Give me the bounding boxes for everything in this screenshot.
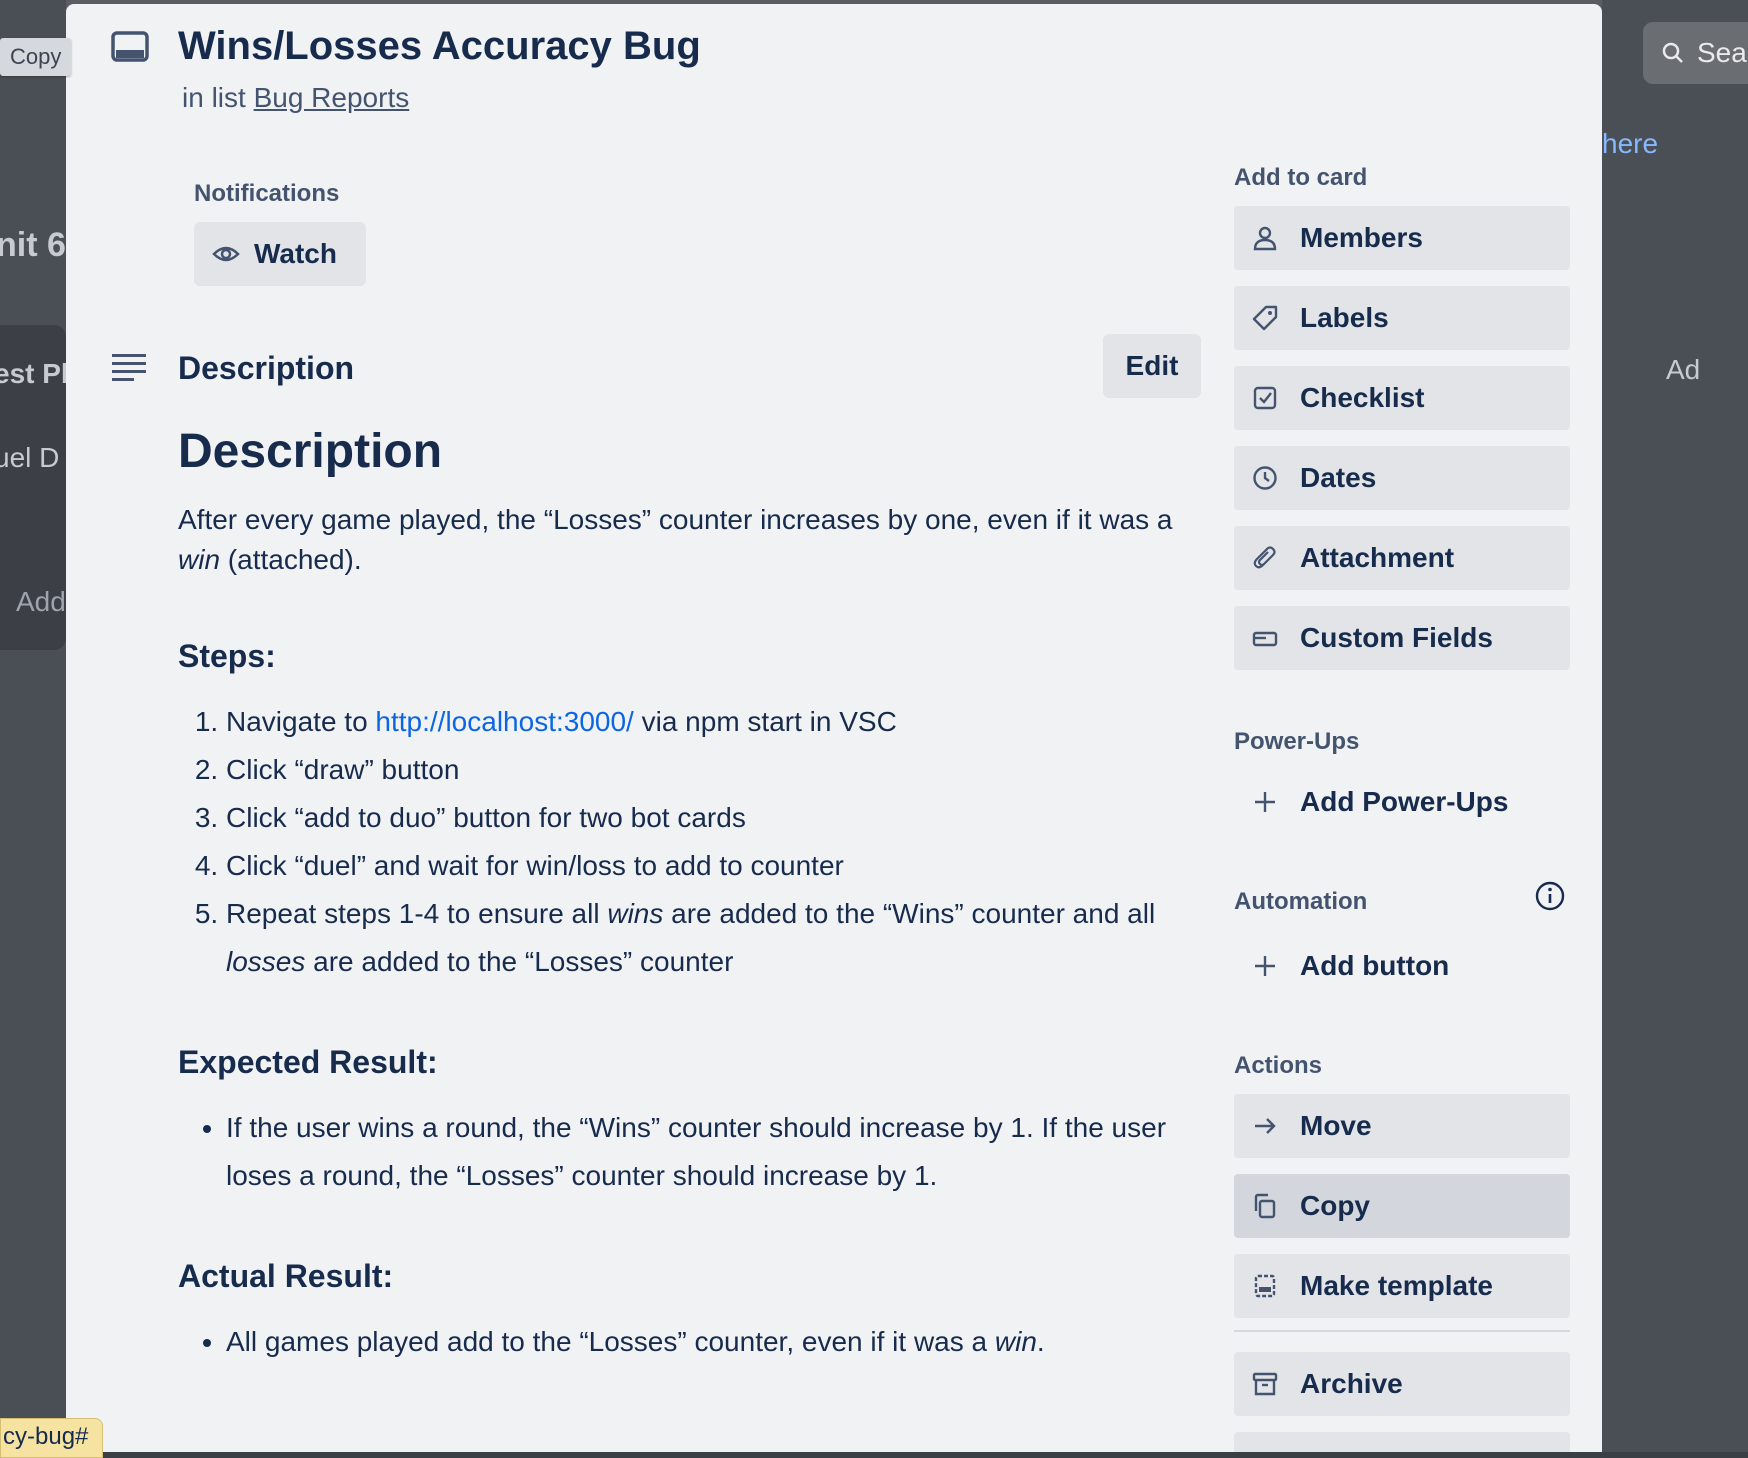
description-content[interactable]: Description After every game played, the… — [178, 422, 1198, 1366]
person-icon — [1253, 226, 1277, 251]
description-section-title: Description — [178, 350, 355, 386]
archive-label: Archive — [1300, 1368, 1403, 1399]
expected-result-list: If the user wins a round, the “Wins” cou… — [178, 1104, 1198, 1200]
list-item: Click “add to duo” button for two bot ca… — [226, 794, 1198, 842]
add-power-ups-label: Add Power-Ups — [1300, 786, 1509, 817]
expected-result-heading: Expected Result: — [178, 1044, 438, 1080]
add-list-fragment[interactable]: Ad — [1666, 354, 1700, 386]
clock-icon — [1253, 466, 1277, 490]
board-title-fragment: nit 6 — [0, 226, 66, 264]
search-placeholder: Sea — [1697, 37, 1747, 68]
list-item: Click “duel” and wait for win/loss to ad… — [226, 842, 1198, 890]
checkbox-icon — [1253, 386, 1277, 410]
add-to-card-label: Add to card — [1234, 164, 1368, 191]
power-ups-label: Power-Ups — [1234, 728, 1360, 755]
board-right-area: here Ad — [1602, 0, 1748, 1452]
steps-list: Navigate to http://localhost:3000/ via n… — [178, 698, 1198, 986]
actions-divider — [1234, 1330, 1570, 1332]
list-item: Navigate to http://localhost:3000/ via n… — [226, 698, 1198, 746]
actual-result-heading: Actual Result: — [178, 1258, 394, 1294]
list-title-fragment: est Pl — [0, 358, 66, 389]
steps-heading: Steps: — [178, 638, 276, 674]
board-search-input[interactable]: Sea — [1643, 22, 1748, 84]
add-power-ups-button[interactable]: Add Power-Ups — [1234, 770, 1570, 834]
card-title[interactable]: Wins/Losses Accuracy Bug — [178, 24, 701, 69]
actions-label: Actions — [1234, 1052, 1323, 1079]
labels-label: Labels — [1300, 302, 1389, 333]
custom-fields-icon — [1252, 631, 1278, 647]
tag-icon — [1252, 305, 1278, 331]
custom-fields-label: Custom Fields — [1300, 622, 1493, 653]
paperclip-icon — [1253, 546, 1276, 569]
copy-label: Copy — [1300, 1190, 1370, 1221]
archive-icon — [1252, 1372, 1278, 1396]
tooltip: Copy — [0, 38, 72, 76]
move-label: Move — [1300, 1110, 1372, 1141]
plus-icon — [1255, 956, 1275, 976]
card-title-fragment[interactable]: uel D — [0, 442, 59, 474]
actual-result-list: All games played add to the “Losses” cou… — [178, 1318, 1198, 1366]
plus-icon — [1255, 792, 1275, 812]
list-item: Click “draw” button — [226, 746, 1198, 794]
eye-icon — [212, 246, 240, 262]
dates-label: Dates — [1300, 462, 1377, 493]
dates-button[interactable]: Dates — [1234, 446, 1570, 510]
card-list-info: in list Bug Reports — [182, 82, 409, 114]
attachment-label: Attachment — [1300, 542, 1455, 573]
share-button[interactable] — [1234, 1432, 1570, 1452]
list-item: If the user wins a round, the “Wins” cou… — [226, 1104, 1198, 1200]
copy-icon — [1254, 1193, 1276, 1219]
labels-button[interactable]: Labels — [1234, 286, 1570, 350]
copy-button[interactable]: Copy — [1234, 1174, 1570, 1238]
checklist-label: Checklist — [1300, 382, 1425, 413]
description-icon — [112, 354, 146, 381]
archive-button[interactable]: Archive — [1234, 1352, 1570, 1416]
description-intro: After every game played, the “Losses” co… — [178, 504, 1173, 575]
move-button[interactable]: Move — [1234, 1094, 1570, 1158]
card-detail-modal: Wins/Losses Accuracy Bug in list Bug Rep… — [66, 4, 1602, 1452]
arrow-right-icon — [1255, 1118, 1276, 1134]
in-list-prefix: in list — [182, 82, 246, 113]
template-icon — [1254, 1274, 1276, 1298]
make-template-label: Make template — [1300, 1270, 1493, 1301]
info-icon[interactable] — [1534, 880, 1566, 912]
checklist-button[interactable]: Checklist — [1234, 366, 1570, 430]
watch-button[interactable]: Watch — [194, 222, 366, 286]
list-item: All games played add to the “Losses” cou… — [226, 1318, 1198, 1366]
list-link[interactable]: Bug Reports — [254, 82, 410, 113]
add-button-button[interactable]: Add button — [1234, 934, 1570, 998]
localhost-link[interactable]: http://localhost:3000/ — [375, 706, 633, 737]
notifications-label: Notifications — [194, 180, 340, 207]
status-url: cy-bug# — [0, 1418, 104, 1458]
link-fragment[interactable]: here — [1602, 128, 1658, 160]
add-card-fragment[interactable]: Add — [16, 586, 66, 618]
watch-label: Watch — [254, 238, 337, 269]
custom-fields-button[interactable]: Custom Fields — [1234, 606, 1570, 670]
list-item: Repeat steps 1-4 to ensure all wins are … — [226, 890, 1198, 986]
edit-description-button[interactable]: Edit — [1103, 334, 1201, 398]
card-icon — [111, 31, 149, 62]
automation-label: Automation — [1234, 888, 1368, 915]
attachment-button[interactable]: Attachment — [1234, 526, 1570, 590]
description-heading: Description — [178, 425, 443, 478]
add-button-label: Add button — [1300, 950, 1450, 981]
board-left-area: nit 6 est Pl uel D Add — [0, 0, 66, 1452]
members-label: Members — [1300, 222, 1423, 253]
search-icon — [1662, 42, 1683, 63]
make-template-button[interactable]: Make template — [1234, 1254, 1570, 1318]
members-button[interactable]: Members — [1234, 206, 1570, 270]
